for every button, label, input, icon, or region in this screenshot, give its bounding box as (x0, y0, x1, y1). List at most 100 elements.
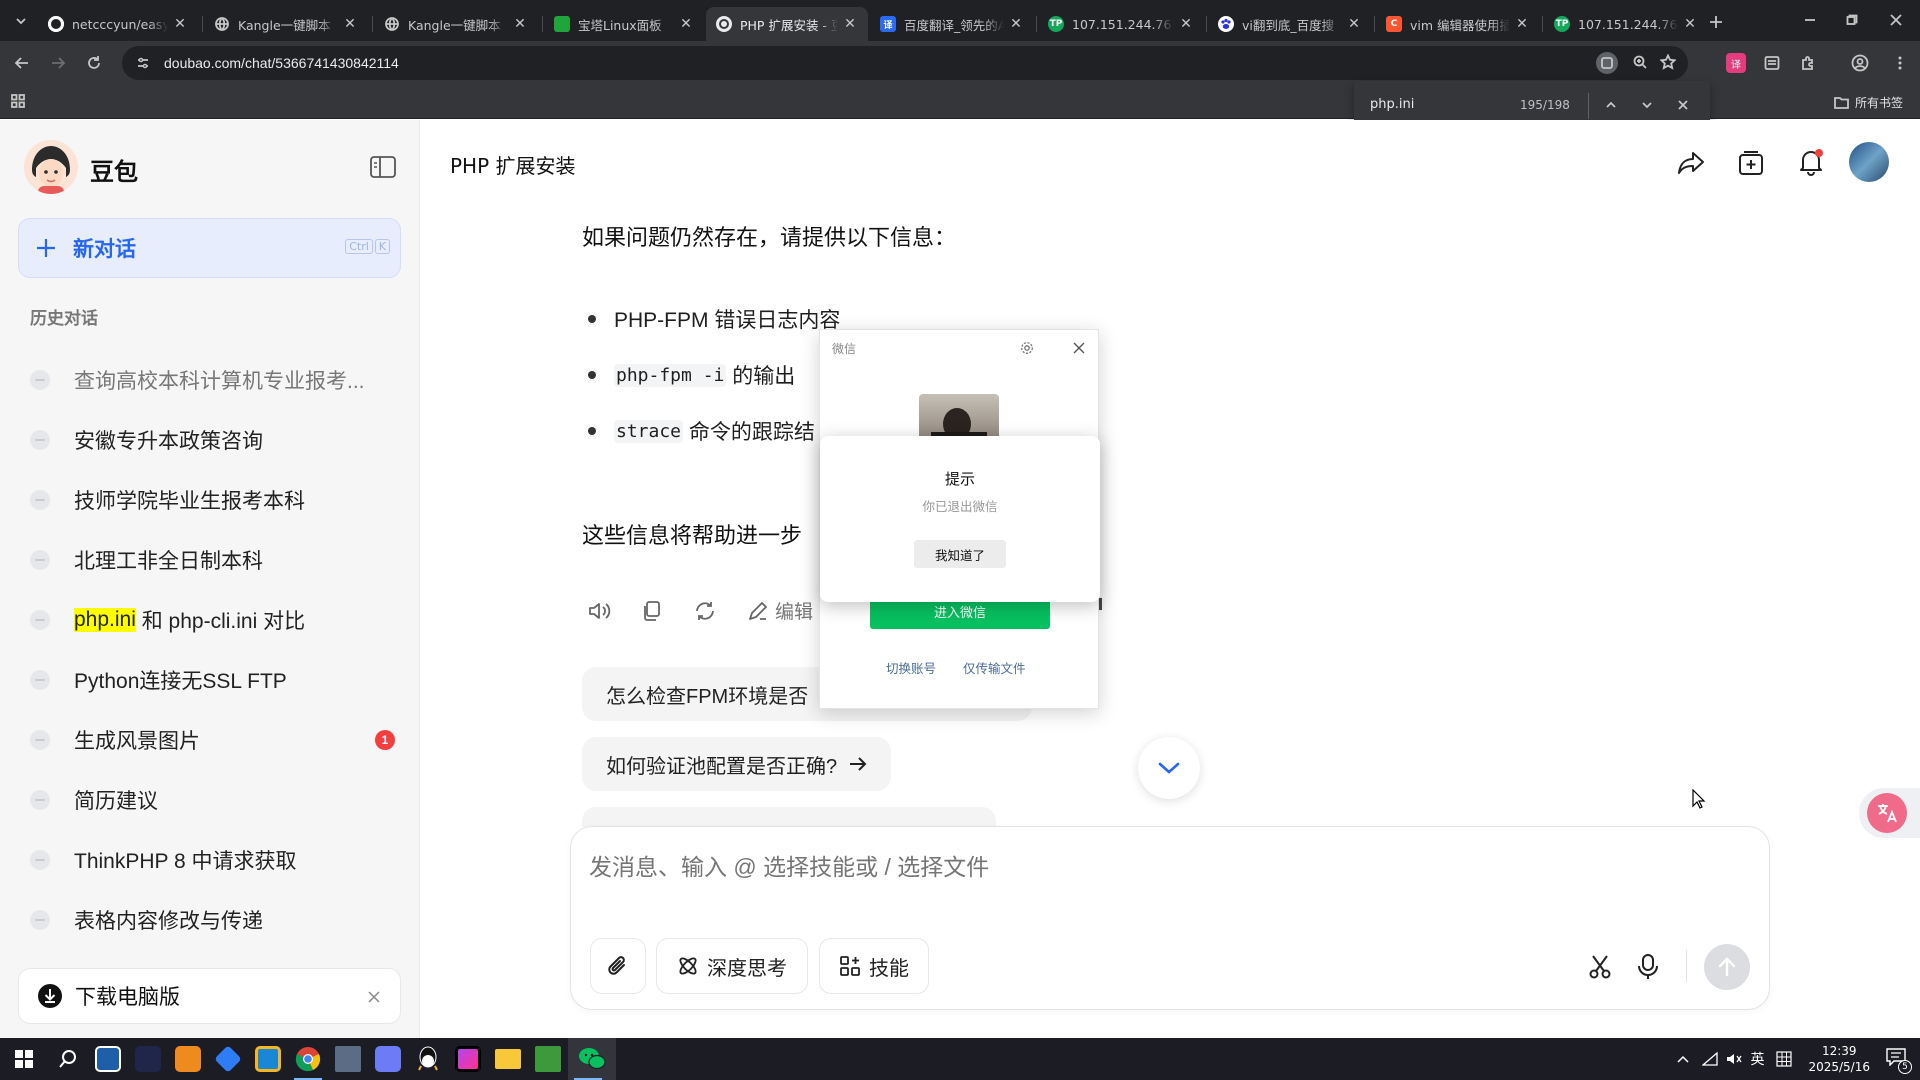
file-transfer-link[interactable]: 仅传输文件 (963, 658, 1026, 677)
history-item[interactable]: ThinkPHP 8 中请求获取 (30, 838, 390, 882)
find-input[interactable]: php.ini (1370, 97, 1414, 112)
history-item[interactable]: 表格内容修改与传递 (30, 898, 390, 942)
history-item[interactable]: 安徽专升本政策咨询 (30, 418, 390, 462)
back-button[interactable] (10, 51, 34, 75)
site-info-icon[interactable] (132, 52, 154, 74)
tab-search-button[interactable] (10, 10, 32, 32)
browser-tab-3[interactable]: Kangle一键脚本 ✕ (374, 7, 538, 41)
bookmark-star-icon[interactable] (1660, 54, 1676, 70)
history-item[interactable]: 生成风景图片 1 (30, 718, 395, 762)
new-window-button[interactable] (1738, 150, 1764, 176)
close-tab-icon[interactable]: ✕ (1682, 16, 1698, 32)
action-center-button[interactable]: 5 (1886, 1048, 1912, 1074)
taskbar-app-window[interactable] (248, 1038, 288, 1080)
history-item[interactable]: 查询高校本科计算机专业报考... (30, 358, 390, 402)
zoom-icon[interactable] (1632, 54, 1648, 70)
close-icon[interactable] (1073, 342, 1085, 354)
browser-tab-8[interactable]: vi翻到底_百度搜 ✕ (1208, 7, 1372, 41)
find-close-button[interactable] (1676, 98, 1690, 112)
close-tab-icon[interactable]: ✕ (678, 16, 694, 32)
close-tab-icon[interactable]: ✕ (1178, 16, 1194, 32)
attach-file-button[interactable] (590, 938, 646, 994)
taskbar-app-notes[interactable] (368, 1038, 408, 1080)
send-button[interactable] (1704, 944, 1750, 990)
edit-button[interactable]: 编辑 (747, 597, 813, 624)
search-button[interactable] (48, 1038, 88, 1080)
taskbar-app-wechat[interactable] (568, 1038, 616, 1080)
close-tab-icon[interactable]: ✕ (342, 16, 358, 32)
ime-grid-icon[interactable] (1776, 1051, 1793, 1067)
history-item[interactable]: 北理工非全日制本科 (30, 538, 390, 582)
all-bookmarks-button[interactable]: 所有书签 (1834, 91, 1903, 113)
browser-tab-6[interactable]: 译 百度翻译_领先的A ✕ (870, 7, 1034, 41)
window-restore-button[interactable] (1832, 0, 1872, 40)
notifications-button[interactable] (1798, 148, 1824, 176)
history-item[interactable]: 技师学院毕业生报考本科 (30, 478, 390, 522)
regenerate-icon[interactable] (693, 600, 717, 622)
close-tab-icon[interactable]: ✕ (842, 16, 858, 32)
taskbar-app-sublime[interactable] (168, 1038, 208, 1080)
scissors-button[interactable] (1588, 954, 1612, 980)
download-desktop-banner[interactable]: 下载电脑版 (18, 968, 401, 1024)
taskbar-app-phpstorm[interactable] (448, 1038, 488, 1080)
scroll-to-bottom-button[interactable] (1138, 737, 1200, 799)
floating-translate-button[interactable] (1859, 788, 1920, 838)
close-tab-icon[interactable]: ✕ (512, 16, 528, 32)
message-input[interactable] (589, 849, 1689, 885)
copy-icon[interactable] (641, 600, 663, 622)
close-tab-icon[interactable]: ✕ (1008, 16, 1024, 32)
close-tab-icon[interactable]: ✕ (1514, 16, 1530, 32)
close-icon[interactable] (368, 991, 380, 1003)
address-bar[interactable]: doubao.com/chat/5366741430842114 (122, 46, 1688, 80)
network-icon[interactable] (1702, 1052, 1719, 1066)
browser-tab-10[interactable]: TP 107.151.244.76:8 ✕ (1544, 7, 1708, 41)
collapse-sidebar-button[interactable] (370, 156, 396, 178)
find-next-button[interactable] (1640, 98, 1654, 112)
browser-tab-9[interactable]: C vim 编辑器使用插 ✕ (1376, 7, 1540, 41)
extension-translate-button[interactable]: 译 (1726, 53, 1746, 73)
browser-tab-active[interactable]: PHP 扩展安装 - 豆 ✕ (706, 7, 868, 41)
taskbar-app-qq[interactable] (408, 1038, 448, 1080)
dialog-ok-button[interactable]: 我知道了 (914, 540, 1006, 568)
history-item[interactable]: 简历建议 (30, 778, 390, 822)
speaker-icon[interactable] (587, 600, 611, 622)
close-tab-icon[interactable]: ✕ (172, 16, 188, 32)
find-previous-button[interactable] (1604, 98, 1618, 112)
new-chat-button[interactable]: 新对话 Ctrl K (18, 218, 401, 278)
apps-button[interactable] (10, 93, 28, 111)
voice-input-button[interactable] (1637, 953, 1659, 981)
window-close-button[interactable] (1876, 0, 1916, 40)
browser-tab-7[interactable]: TP 107.151.244.76:8 ✕ (1038, 7, 1204, 41)
browser-tab-2[interactable]: Kangle一键脚本 ✕ (204, 7, 368, 41)
history-item[interactable]: Python连接无SSL FTP (30, 658, 390, 702)
taskbar-app-chrome[interactable] (288, 1038, 328, 1080)
browser-tab-4[interactable]: 宝塔Linux面板 ✕ (544, 7, 704, 41)
deep-think-button[interactable]: 深度思考 (656, 938, 808, 994)
skills-button[interactable]: 技能 (819, 938, 929, 994)
share-button[interactable] (1677, 150, 1705, 176)
tray-chevron-up-icon[interactable] (1676, 1054, 1690, 1064)
switch-account-link[interactable]: 切换账号 (886, 658, 936, 677)
taskbar-app-terminal[interactable] (128, 1038, 168, 1080)
extensions-button[interactable] (1798, 53, 1818, 73)
extension-reader-button[interactable] (1762, 53, 1782, 73)
suggestion-chip[interactable]: 如何验证池配置是否正确? (582, 737, 892, 791)
taskbar-app-editor[interactable] (528, 1038, 568, 1080)
forward-button[interactable] (46, 51, 70, 75)
translate-page-icon[interactable] (1596, 52, 1618, 74)
browser-tab-1[interactable]: netcccyun/easyp ✕ (38, 7, 198, 41)
user-avatar[interactable] (1849, 142, 1889, 182)
taskbar-app-remote-desktop[interactable] (328, 1038, 368, 1080)
window-minimize-button[interactable] (1790, 0, 1830, 40)
close-tab-icon[interactable]: ✕ (1346, 16, 1362, 32)
volume-icon[interactable] (1726, 1052, 1743, 1066)
start-button[interactable] (0, 1038, 48, 1080)
reload-button[interactable] (82, 51, 106, 75)
suggestion-chip[interactable] (582, 807, 996, 827)
history-item[interactable]: php.ini 和 php-cli.ini 对比 (30, 598, 390, 642)
taskbar-app-file-explorer[interactable] (488, 1038, 528, 1080)
clock[interactable]: 12:39 2025/5/16 (1808, 1043, 1870, 1075)
taskbar-app-feishu[interactable] (208, 1038, 248, 1080)
new-tab-button[interactable] (1704, 10, 1728, 34)
taskbar-app-vscode-like[interactable] (88, 1038, 128, 1080)
